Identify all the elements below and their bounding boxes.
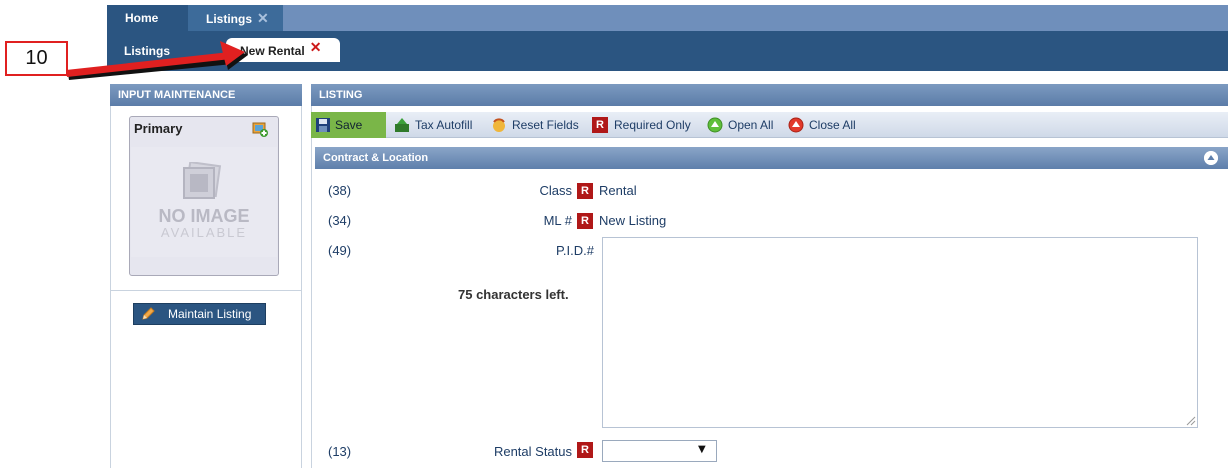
tax-autofill-label: Tax Autofill [415,118,473,132]
required-badge: R [577,183,593,199]
add-photo-icon[interactable] [252,121,268,137]
contract-location-section-header[interactable]: Contract & Location [315,147,1228,169]
photo-placeholder-icon [183,162,222,199]
open-all-icon [707,117,723,133]
required-badge: R [592,117,608,133]
rental-status-label: Rental Status [493,444,572,459]
pid-textarea[interactable] [602,237,1198,428]
save-icon [316,118,330,132]
collapse-icon[interactable] [1204,151,1218,165]
reset-fields-button[interactable]: Reset Fields [490,112,585,138]
required-only-button[interactable]: R Required Only [592,112,702,138]
no-image-text: NO IMAGE [158,206,250,226]
required-only-label: Required Only [614,118,691,132]
characters-left-text: 75 characters left. [458,287,569,302]
class-value: Rental [599,183,637,198]
resize-grip-icon[interactable] [1186,416,1196,426]
tax-autofill-button[interactable]: Tax Autofill [394,112,486,138]
divider [110,290,302,291]
field-number: (49) [328,243,352,258]
pencil-icon [142,307,155,320]
save-button[interactable]: Save [311,112,386,138]
open-all-label: Open All [728,118,774,132]
field-number: (38) [328,183,352,198]
reset-icon [493,118,505,132]
ml-number-value: New Listing [599,213,667,228]
open-all-button[interactable]: Open All [707,112,782,138]
photo-card-title: Primary [134,121,183,136]
available-text: AVAILABLE [160,225,248,240]
input-maintenance-header: INPUT MAINTENANCE [110,84,302,106]
close-all-icon [788,117,804,133]
right-panel-border [311,106,312,468]
tax-autofill-icon [395,118,409,132]
pid-label: P.I.D.# [555,243,594,258]
reset-fields-label: Reset Fields [512,118,579,132]
required-badge: R [577,442,593,458]
save-label: Save [335,118,363,132]
required-badge: R [577,213,593,229]
listing-header: LISTING [311,84,1228,106]
close-all-label: Close All [809,118,856,132]
class-label: Class [539,183,572,198]
ml-number-label: ML # [543,213,572,228]
chevron-down-icon: ▼ [698,444,706,455]
close-all-button[interactable]: Close All [788,112,863,138]
field-number: (13) [328,444,352,459]
field-number: (34) [328,213,352,228]
